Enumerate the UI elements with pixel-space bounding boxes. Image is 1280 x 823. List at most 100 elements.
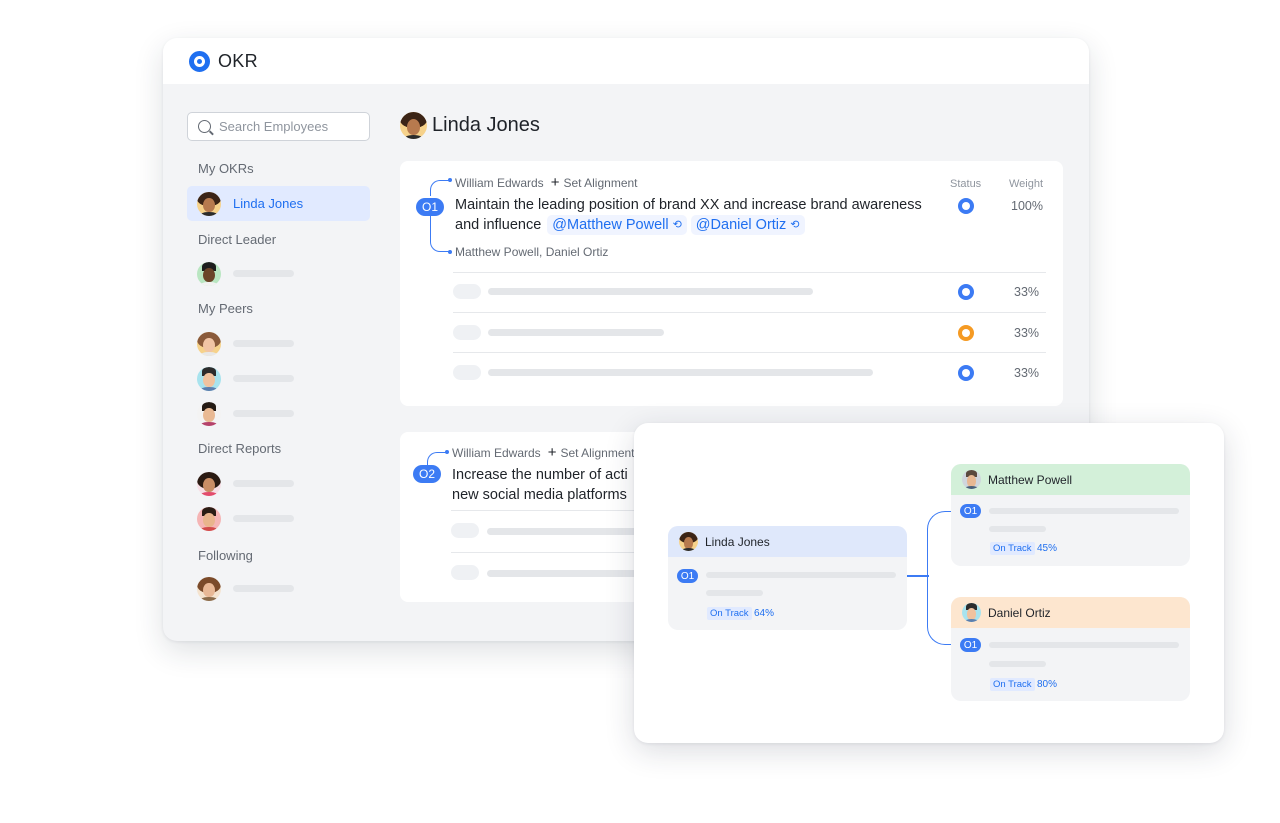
- objective-badge: O1: [960, 504, 981, 518]
- link-icon: ⟲: [672, 219, 682, 231]
- node-header: Linda Jones: [668, 526, 907, 557]
- alignment-dot: [445, 450, 449, 454]
- mention-tag[interactable]: @ Daniel Ortiz ⟲: [690, 215, 805, 235]
- title-bar: OKR: [163, 38, 1089, 84]
- set-alignment-link[interactable]: Set Alignment: [560, 446, 634, 460]
- child-node[interactable]: Matthew Powell O1 On Track 45%: [951, 464, 1190, 566]
- alignment-dot: [448, 178, 452, 182]
- profile-avatar: [400, 112, 427, 139]
- sidebar-item-leader[interactable]: [187, 256, 370, 291]
- section-following: Following: [198, 548, 253, 563]
- objective-card[interactable]: O1 William Edwards + Set Alignment Maint…: [400, 161, 1063, 406]
- owner-node[interactable]: Linda Jones O1 On Track 64%: [668, 526, 907, 630]
- status-column-header: Status: [950, 178, 982, 190]
- text-placeholder: [706, 590, 763, 596]
- objective-badge: O1: [960, 638, 981, 652]
- search-box[interactable]: [187, 112, 370, 141]
- objective-line-1: Maintain the leading position of brand X…: [455, 197, 922, 213]
- child-node[interactable]: Daniel Ortiz O1 On Track 80%: [951, 597, 1190, 701]
- sidebar-item-peer[interactable]: [187, 326, 370, 361]
- sidebar-item-peer[interactable]: [187, 361, 370, 396]
- objective-weight: 100%: [1011, 199, 1043, 213]
- text-placeholder: [989, 642, 1179, 648]
- kr-badge-placeholder: [451, 523, 479, 538]
- kr-text-placeholder[interactable]: [488, 369, 873, 376]
- avatar: [197, 261, 221, 286]
- status-badge: On Track: [990, 542, 1035, 555]
- sidebar-item-label: Linda Jones: [233, 196, 304, 211]
- text-placeholder: [989, 508, 1179, 514]
- alignment-dot: [448, 250, 452, 254]
- kr-badge-placeholder: [453, 365, 481, 380]
- avatar: [197, 331, 221, 356]
- objective-badge: O1: [416, 198, 444, 216]
- avatar: [679, 532, 698, 551]
- leader-name[interactable]: William Edwards: [455, 176, 544, 190]
- sidebar-item-peer[interactable]: [187, 396, 370, 431]
- mention-tag[interactable]: @ Matthew Powell ⟲: [547, 215, 687, 235]
- status-indicator[interactable]: [958, 198, 974, 214]
- alignment-line-down: [430, 216, 450, 252]
- sidebar-item-report[interactable]: [187, 501, 370, 536]
- objective-badge: O2: [413, 465, 441, 483]
- kr-text-placeholder[interactable]: [487, 528, 637, 535]
- sidebar-item-following[interactable]: [187, 571, 370, 606]
- status-indicator[interactable]: [958, 284, 974, 300]
- sidebar-item-report[interactable]: [187, 466, 370, 501]
- name-placeholder: [233, 585, 294, 592]
- avatar: [197, 191, 221, 216]
- text-placeholder: [989, 526, 1046, 532]
- connector-line: [907, 575, 929, 577]
- name-placeholder: [233, 375, 294, 382]
- alignment-line-up: [430, 180, 450, 196]
- section-direct-leader: Direct Leader: [198, 232, 277, 247]
- sidebar-item-linda-jones[interactable]: Linda Jones: [187, 186, 370, 221]
- name-placeholder: [233, 515, 294, 522]
- search-input[interactable]: [219, 119, 369, 134]
- status-indicator[interactable]: [958, 365, 974, 381]
- status-indicator[interactable]: [958, 325, 974, 341]
- set-alignment-link[interactable]: Set Alignment: [563, 176, 637, 190]
- name-placeholder: [233, 270, 294, 277]
- node-name: Matthew Powell: [988, 472, 1073, 487]
- avatar: [197, 471, 221, 496]
- alignment-line-up: [427, 452, 447, 466]
- alignment-map-panel: Linda Jones O1 On Track 64% Matthew Powe…: [634, 423, 1224, 743]
- kr-badge-placeholder: [451, 565, 479, 580]
- objective-badge: O1: [677, 569, 698, 583]
- profile-name: Linda Jones: [432, 114, 540, 136]
- divider: [453, 312, 1046, 313]
- node-name: Daniel Ortiz: [988, 605, 1051, 620]
- link-icon: ⟲: [790, 219, 800, 231]
- progress-value: 45%: [1037, 543, 1058, 554]
- status-badge: On Track: [990, 678, 1035, 691]
- kr-text-placeholder[interactable]: [488, 329, 664, 336]
- divider: [453, 272, 1046, 273]
- avatar: [197, 366, 221, 391]
- kr-weight: 33%: [1014, 326, 1040, 340]
- kr-weight: 33%: [1014, 285, 1040, 299]
- name-placeholder: [233, 480, 294, 487]
- text-placeholder: [706, 572, 896, 578]
- objective-line-2: and influence @ Matthew Powell ⟲ @ Daniel Or…: [455, 215, 955, 235]
- progress-value: 80%: [1037, 679, 1058, 690]
- okr-logo-icon: [189, 50, 210, 72]
- name-placeholder: [233, 410, 294, 417]
- avatar: [197, 506, 221, 531]
- node-name: Linda Jones: [705, 534, 770, 549]
- text-placeholder: [989, 661, 1046, 667]
- kr-text-placeholder[interactable]: [488, 288, 813, 295]
- plus-icon[interactable]: +: [548, 445, 557, 460]
- objective-text[interactable]: Maintain the leading position of brand X…: [455, 195, 955, 235]
- section-direct-reports: Direct Reports: [198, 441, 282, 456]
- avatar: [962, 470, 981, 489]
- name-placeholder: [233, 340, 294, 347]
- divider: [453, 352, 1046, 353]
- profile-header: Linda Jones: [400, 112, 540, 139]
- kr-badge-placeholder: [453, 284, 481, 299]
- avatar: [962, 603, 981, 622]
- leader-name[interactable]: William Edwards: [452, 446, 541, 460]
- connector-line: [927, 575, 951, 645]
- plus-icon[interactable]: +: [551, 175, 560, 190]
- kr-text-placeholder[interactable]: [487, 570, 637, 577]
